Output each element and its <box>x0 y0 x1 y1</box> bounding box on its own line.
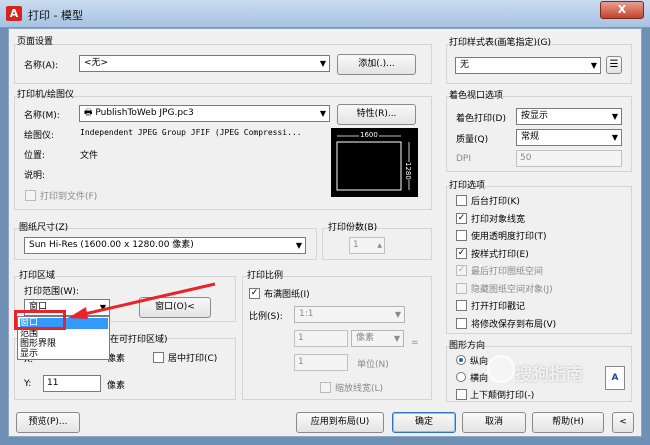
printer-icon: 🖶 <box>84 108 96 118</box>
plot-option-label: 打印对象线宽 <box>471 214 526 225</box>
portrait-label: 纵向 <box>470 357 489 367</box>
dpi-label: DPI <box>456 154 472 164</box>
shade-plot-select[interactable]: 按显示 ▼ <box>516 108 622 125</box>
plot-option-label: 隐藏图纸空间对象(J) <box>471 284 553 295</box>
close-button[interactable]: X <box>600 1 644 19</box>
plot-style-select[interactable]: 无 ▼ <box>455 57 601 74</box>
page-setup-select[interactable]: <无> ▼ <box>79 55 330 72</box>
copies-input[interactable]: 1 ▲ <box>349 237 385 254</box>
scale-unit-select[interactable]: 像素 ▼ <box>351 330 404 347</box>
quality-label: 质量(Q) <box>456 135 489 145</box>
plot-option-label: 最后打印图纸空间 <box>471 267 544 277</box>
highlight-box <box>14 310 66 330</box>
plotter-label: 绘图仪: <box>24 131 55 141</box>
help-button[interactable]: 帮助(H) <box>532 412 604 433</box>
preview-button[interactable]: 预览(P)... <box>16 412 80 433</box>
location-value: 文件 <box>80 151 99 161</box>
printer-title: 打印机/绘图仪 <box>17 90 75 100</box>
plot-option-checkbox[interactable] <box>456 317 467 329</box>
scale-label: 比例(S): <box>249 312 283 322</box>
watermark-logo-icon <box>487 355 515 383</box>
plot-style-title: 打印样式表(画笔指定)(G) <box>449 38 552 48</box>
offset-y-label: Y: <box>24 379 32 389</box>
upside-down-label: 上下颠倒打印(-) <box>470 391 535 401</box>
plot-option-checkbox[interactable] <box>456 195 467 206</box>
printer-select[interactable]: 🖶 PublishToWeb JPG.pc3 ▼ <box>79 105 330 122</box>
location-label: 位置: <box>24 151 46 161</box>
ok-button[interactable]: 确定 <box>392 412 456 433</box>
printer-name-label: 名称(M): <box>24 111 60 121</box>
scale-lineweights-label: 缩放线宽(L) <box>335 384 384 394</box>
fit-to-paper-label: 布满图纸(I) <box>264 290 310 300</box>
landscape-label: 横向 <box>470 374 489 384</box>
plot-options-title: 打印选项 <box>449 181 486 191</box>
plot-option-label: 将修改保存到布局(V) <box>471 319 557 330</box>
shaded-viewport-title: 着色视口选项 <box>449 91 504 101</box>
description-label: 说明: <box>24 171 46 181</box>
paper-size-select[interactable]: Sun Hi-Res (1600.00 x 1280.00 像素) ▼ <box>24 237 306 254</box>
paper-size-title: 图纸尺寸(Z) <box>19 223 69 233</box>
window-title: 打印 - 模型 <box>28 9 83 22</box>
portrait-radio[interactable] <box>456 355 466 365</box>
print-to-file-label: 打印到文件(F) <box>40 192 98 202</box>
page-setup-name-label: 名称(A): <box>24 61 59 71</box>
watermark-text: 搜狗指南 <box>515 365 583 385</box>
equals-sign: = <box>411 338 419 348</box>
scale-unit-label: 单位(N) <box>357 360 389 370</box>
upside-down-checkbox[interactable] <box>456 389 467 400</box>
shade-plot-label: 着色打印(D) <box>456 114 506 124</box>
quality-select[interactable]: 常规 ▼ <box>516 129 622 146</box>
plotter-value: Independent JPEG Group JFIF (JPEG Compre… <box>80 128 302 137</box>
plot-option-label: 打开打印戳记 <box>471 302 526 312</box>
plot-option-label: 使用透明度打印(T) <box>471 232 547 242</box>
plot-option-checkbox[interactable]: ✓ <box>456 212 467 224</box>
dropdown-option-display[interactable]: 显示 <box>20 349 108 360</box>
plot-option-checkbox[interactable] <box>456 300 467 311</box>
plot-option-checkbox[interactable] <box>456 282 467 294</box>
center-plot-checkbox[interactable] <box>153 352 164 363</box>
plot-option-checkbox[interactable]: ✓ <box>456 247 467 259</box>
print-to-file-checkbox[interactable] <box>25 190 36 201</box>
plot-option-checkbox[interactable] <box>456 230 467 241</box>
annotation-arrow-icon <box>68 282 216 319</box>
apply-to-layout-button[interactable]: 应用到布局(U) <box>296 412 384 433</box>
preview-width: 1600 <box>359 131 379 139</box>
page-setup-title: 页面设置 <box>17 37 54 47</box>
expand-button[interactable]: < <box>612 412 634 433</box>
plot-area-title: 打印区域 <box>19 271 56 281</box>
title-bar: A 打印 - 模型 X <box>0 0 650 28</box>
dpi-input[interactable]: 50 <box>516 150 622 167</box>
plot-offset-title: 在可打印区域) <box>110 335 168 345</box>
plot-scale-title: 打印比例 <box>247 271 284 281</box>
preview-height: 1280 <box>404 162 412 180</box>
fit-to-paper-checkbox[interactable]: ✓ <box>249 288 260 299</box>
center-plot-label: 居中打印(C) <box>168 354 218 364</box>
cancel-button[interactable]: 取消 <box>462 412 526 433</box>
copies-label: 打印份数(B) <box>328 223 378 233</box>
orientation-preview-icon: A <box>605 366 625 390</box>
scale-select[interactable]: 1:1 ▼ <box>294 306 405 323</box>
orientation-title: 图形方向 <box>449 341 486 351</box>
scale-value-2[interactable]: 1 <box>294 354 348 371</box>
paper-preview: 1600 1280 <box>331 128 418 197</box>
scale-lineweights-checkbox[interactable] <box>320 382 331 393</box>
landscape-radio[interactable] <box>456 372 466 382</box>
scale-value-1[interactable]: 1 <box>294 330 348 347</box>
plot-option-checkbox[interactable]: ✓ <box>456 265 467 276</box>
edit-style-icon[interactable]: ☰ <box>606 56 622 74</box>
properties-button[interactable]: 特性(R)... <box>337 104 416 125</box>
app-logo-icon: A <box>6 6 22 21</box>
plot-option-label: 按样式打印(E) <box>471 249 529 260</box>
offset-y-unit: 像素 <box>107 381 126 391</box>
add-button[interactable]: 添加(.)... <box>337 54 416 75</box>
plot-option-label: 后台打印(K) <box>471 197 520 207</box>
offset-y-input[interactable]: 11 <box>43 375 101 392</box>
